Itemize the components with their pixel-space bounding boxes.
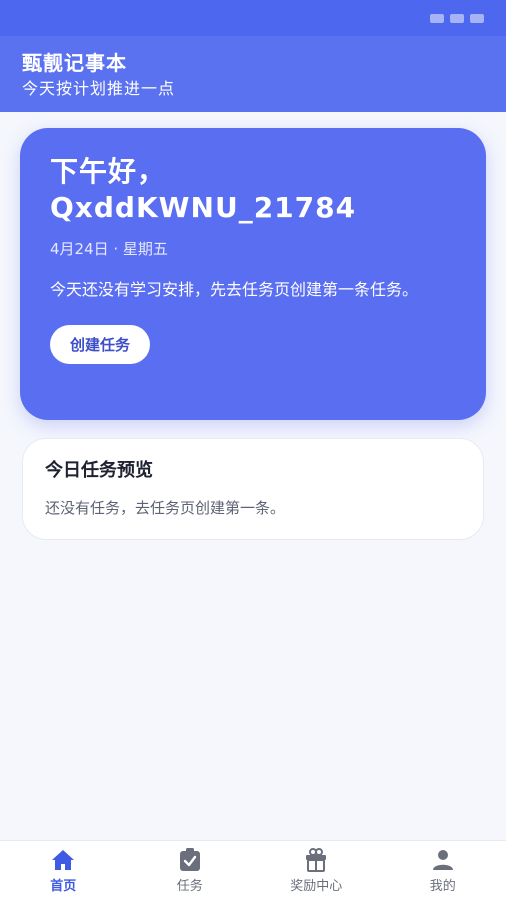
clipboard-check-icon xyxy=(178,847,202,872)
tab-tasks[interactable]: 任务 xyxy=(127,841,254,900)
preview-empty-text: 还没有任务，去任务页创建第一条。 xyxy=(45,499,286,517)
home-icon xyxy=(51,848,75,872)
app-title: 甄靓记事本 xyxy=(22,51,127,75)
tab-rewards-label: 奖励中心 xyxy=(290,878,343,894)
signal-icon xyxy=(430,13,444,23)
tab-rewards[interactable]: 奖励中心 xyxy=(253,841,380,900)
person-icon xyxy=(431,848,455,872)
empty-schedule-message: 今天还没有学习安排，先去任务页创建第一条任务。 xyxy=(50,280,419,299)
username: QxddKWNU_21784 xyxy=(50,191,357,224)
create-task-button[interactable]: 创建任务 xyxy=(50,325,151,364)
today-task-preview-card: 今日任务预览 还没有任务，去任务页创建第一条。 xyxy=(22,438,484,540)
app-subtitle: 今天按计划推进一点 xyxy=(22,79,176,98)
greeting-text: 下午好， xyxy=(50,155,167,188)
status-bar xyxy=(0,0,506,36)
battery-icon xyxy=(470,13,484,23)
gift-icon xyxy=(304,847,328,872)
preview-title: 今日任务预览 xyxy=(45,460,153,481)
tab-home[interactable]: 首页 xyxy=(0,841,127,900)
wifi-icon xyxy=(450,13,464,23)
greeting-card: 下午好， QxddKWNU_21784 4月24日 · 星期五 今天还没有学习安… xyxy=(20,128,486,420)
tab-profile-label: 我的 xyxy=(429,878,456,894)
tab-profile[interactable]: 我的 xyxy=(380,841,506,900)
bottom-tab-bar: 首页 任务 奖励中心 我的 xyxy=(0,840,506,900)
tab-home-label: 首页 xyxy=(50,878,77,894)
tab-tasks-label: 任务 xyxy=(176,878,203,894)
date-label: 4月24日 · 星期五 xyxy=(50,240,168,258)
app-header: 甄靓记事本 今天按计划推进一点 xyxy=(0,36,506,112)
status-icons xyxy=(430,13,484,23)
